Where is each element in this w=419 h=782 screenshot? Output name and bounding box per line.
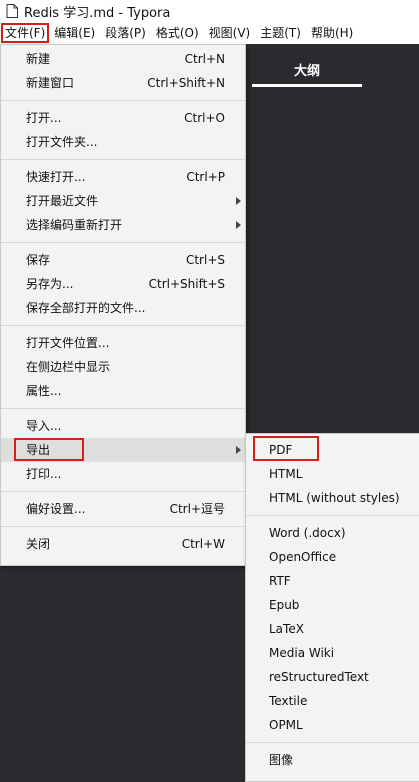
- export-item-html[interactable]: HTML: [246, 462, 419, 486]
- menu-separator: [1, 491, 245, 492]
- menu-item-open-location[interactable]: 打开文件位置...: [1, 331, 245, 355]
- tab-outline-underline: [252, 84, 362, 87]
- export-item-textile[interactable]: Textile: [246, 689, 419, 713]
- export-item-word[interactable]: Word (.docx): [246, 521, 419, 545]
- tab-outline[interactable]: 大纲: [252, 44, 362, 88]
- menu-item-open[interactable]: 打开... Ctrl+O: [1, 106, 245, 130]
- export-item-openoffice[interactable]: OpenOffice: [246, 545, 419, 569]
- menu-item-open-recent[interactable]: 打开最近文件: [1, 189, 245, 213]
- submenu-arrow-icon: [236, 446, 241, 454]
- submenu-arrow-icon: [236, 221, 241, 229]
- export-item-rtf[interactable]: RTF: [246, 569, 419, 593]
- window-title: Redis 学习.md - Typora: [24, 5, 171, 21]
- export-submenu: PDF HTML HTML (without styles) Word (.do…: [245, 433, 419, 782]
- menu-item-save-all[interactable]: 保存全部打开的文件...: [1, 296, 245, 320]
- menu-item-reopen-encoding[interactable]: 选择编码重新打开: [1, 213, 245, 237]
- menu-paragraph[interactable]: 段落(P): [100, 23, 151, 43]
- file-menu: 新建 Ctrl+N 新建窗口 Ctrl+Shift+N 打开... Ctrl+O 打开…: [0, 44, 246, 566]
- menu-bar: 文件(F) 编辑(E) 段落(P) 格式(O) 视图(V) 主题(T) 帮助(H…: [0, 22, 419, 44]
- menu-item-quick-open[interactable]: 快速打开... Ctrl+P: [1, 165, 245, 189]
- title-bar: Redis 学习.md - Typora: [0, 0, 419, 22]
- menu-separator: [1, 159, 245, 160]
- menu-item-save-as[interactable]: 另存为... Ctrl+Shift+S: [1, 272, 245, 296]
- export-item-html-no-styles[interactable]: HTML (without styles): [246, 486, 419, 510]
- menu-item-save[interactable]: 保存 Ctrl+S: [1, 248, 245, 272]
- export-item-opml[interactable]: OPML: [246, 713, 419, 737]
- menu-item-open-folder[interactable]: 打开文件夹...: [1, 130, 245, 154]
- menu-item-close[interactable]: 关闭 Ctrl+W: [1, 532, 245, 556]
- menu-separator: [246, 515, 419, 516]
- export-item-image[interactable]: 图像: [246, 748, 419, 772]
- menu-edit[interactable]: 编辑(E): [49, 23, 100, 43]
- export-item-latex[interactable]: LaTeX: [246, 617, 419, 641]
- menu-item-preferences[interactable]: 偏好设置... Ctrl+逗号: [1, 497, 245, 521]
- tab-outline-label: 大纲: [293, 64, 320, 79]
- document-icon: [6, 4, 18, 18]
- menu-item-new-window[interactable]: 新建窗口 Ctrl+Shift+N: [1, 71, 245, 95]
- menu-item-export[interactable]: 导出: [1, 438, 245, 462]
- menu-item-import[interactable]: 导入...: [1, 414, 245, 438]
- menu-item-print[interactable]: 打印...: [1, 462, 245, 486]
- menu-separator: [1, 242, 245, 243]
- menu-item-show-in-sidebar[interactable]: 在侧边栏中显示: [1, 355, 245, 379]
- menu-item-properties[interactable]: 属性...: [1, 379, 245, 403]
- export-item-mediawiki[interactable]: Media Wiki: [246, 641, 419, 665]
- export-item-restructuredtext[interactable]: reStructuredText: [246, 665, 419, 689]
- export-item-pdf[interactable]: PDF: [246, 438, 419, 462]
- menu-separator: [1, 325, 245, 326]
- menu-separator: [1, 526, 245, 527]
- menu-item-new[interactable]: 新建 Ctrl+N: [1, 47, 245, 71]
- menu-view[interactable]: 视图(V): [204, 23, 256, 43]
- menu-separator: [1, 408, 245, 409]
- menu-separator: [1, 100, 245, 101]
- submenu-arrow-icon: [236, 197, 241, 205]
- menu-theme[interactable]: 主题(T): [255, 23, 306, 43]
- menu-file[interactable]: 文件(F): [1, 23, 50, 43]
- menu-help[interactable]: 帮助(H): [306, 23, 358, 43]
- menu-separator: [246, 742, 419, 743]
- menu-format[interactable]: 格式(O): [151, 23, 204, 43]
- export-item-epub[interactable]: Epub: [246, 593, 419, 617]
